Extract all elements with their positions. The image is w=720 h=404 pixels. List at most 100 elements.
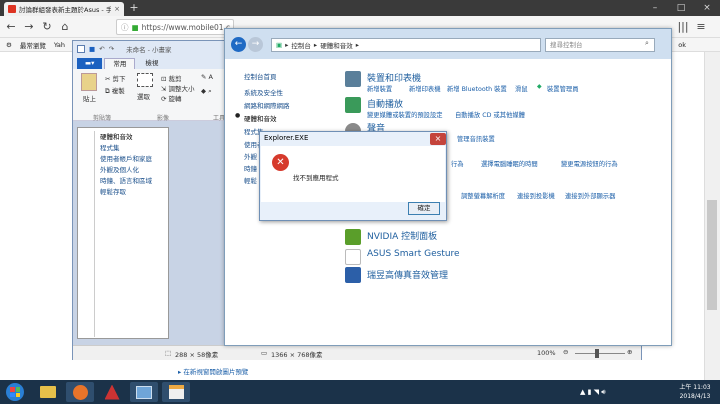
realtek-audio-link[interactable]: 瑞昱高傳真音效管理	[367, 268, 448, 281]
start-button[interactable]	[2, 382, 28, 402]
cp-address-area: ← → ▣ ▸ 控制台 ▸ 硬體和音效 ▸ 搜尋控制台 ⌕	[225, 29, 671, 59]
bookmark-item[interactable]: Yah	[54, 41, 65, 49]
cp-link[interactable]: 裝置管理員	[547, 84, 578, 93]
crop-button[interactable]: ⊡ 裁剪	[161, 73, 182, 83]
url-bar[interactable]: ⓘ ■ https://www.mobile01.c	[116, 19, 234, 35]
taskbar-explorer[interactable]	[34, 382, 62, 402]
zoom-slider[interactable]	[575, 353, 625, 354]
cp-nav-item[interactable]: 輕鬆	[244, 175, 257, 185]
pencil-icon[interactable]: ✎ A	[201, 73, 213, 81]
captured-nav-list: 硬體和音效 程式集 使用者帳戶和家庭 外觀及個人化 時鐘、語言和區域 輕鬆存取	[100, 132, 152, 198]
nvidia-control-panel-link[interactable]: NVIDIA 控制面板	[367, 229, 437, 242]
system-clock[interactable]: 上午 11:03 2018/4/13	[672, 383, 718, 401]
nvidia-icon	[345, 229, 361, 245]
menu-icon[interactable]: ≡	[694, 20, 708, 34]
cp-link[interactable]: 選擇電腦睡眠的時間	[481, 159, 538, 168]
autoplay-heading[interactable]: 自動播放	[367, 97, 403, 110]
cp-nav-item[interactable]: 系統及安全性	[244, 87, 283, 97]
error-icon: ✕	[272, 154, 289, 171]
select-icon[interactable]	[137, 73, 153, 87]
breadcrumb-hardware-sound[interactable]: 硬體和音效	[320, 40, 353, 50]
zoom-out-icon[interactable]: ⊖	[563, 348, 568, 356]
taskbar-firefox[interactable]	[66, 382, 94, 402]
zoom-slider-thumb[interactable]	[595, 349, 599, 358]
ok-button[interactable]: 確定	[408, 202, 440, 215]
cp-nav-home[interactable]: 控制台首頁	[244, 71, 277, 81]
cp-link[interactable]: 行為	[451, 159, 464, 168]
crop-label: 裁剪	[168, 75, 182, 83]
cp-forward-icon[interactable]: →	[248, 37, 263, 52]
clock-time: 上午 11:03	[679, 384, 711, 391]
cp-address-bar[interactable]: ▣ ▸ 控制台 ▸ 硬體和音效 ▸	[271, 38, 541, 52]
paste-icon[interactable]	[81, 73, 97, 91]
undo-icon[interactable]: ↶	[99, 45, 104, 53]
select-button[interactable]: 選取	[137, 91, 150, 101]
eraser-icon[interactable]: ◆ ⌕	[201, 87, 212, 96]
browser-tab-title: 討論群組發表新主題於Asus - 手機	[19, 6, 112, 14]
cp-link[interactable]: 新增 Bluetooth 裝置	[447, 84, 507, 93]
paint-file-tab[interactable]: ▬▾	[77, 58, 103, 69]
captured-nav-item: 硬體和音效	[100, 133, 133, 141]
captured-nav-item: 程式集	[100, 144, 120, 152]
asus-smart-gesture-link[interactable]: ASUS Smart Gesture	[367, 249, 460, 259]
scrollbar-thumb[interactable]	[707, 200, 717, 310]
browser-tab[interactable]: 討論群組發表新主題於Asus - 手機 ×	[4, 2, 124, 16]
redo-icon[interactable]: ↷	[109, 45, 114, 53]
paste-button[interactable]: 貼上	[83, 93, 96, 103]
close-tab-icon[interactable]: ×	[114, 5, 120, 13]
devices-printers-heading[interactable]: 裝置和印表機	[367, 71, 421, 84]
tab-view[interactable]: 檢視	[137, 58, 166, 69]
resize-button[interactable]: ⇲ 調整大小	[161, 83, 195, 93]
autoplay-icon	[345, 97, 361, 113]
rotate-label: 旋轉	[168, 95, 182, 103]
cp-nav-item[interactable]: 時鐘	[244, 163, 257, 173]
browser-tab-strip: 討論群組發表新主題於Asus - 手機 × + – □ ×	[0, 0, 720, 16]
rotate-button[interactable]: ⟳ 旋轉	[161, 93, 182, 103]
paint-canvas[interactable]: 硬體和音效 程式集 使用者帳戶和家庭 外觀及個人化 時鐘、語言和區域 輕鬆存取	[77, 127, 169, 339]
cut-button[interactable]: ✂ 剪下	[105, 73, 126, 83]
reload-icon[interactable]: ↻	[40, 20, 54, 34]
bookmark-item[interactable]: ok	[678, 41, 686, 49]
taskbar-control-panel[interactable]	[130, 382, 158, 402]
tray-icons[interactable]: ▲ ▮ ◥ 🔊︎	[580, 388, 606, 397]
library-icon[interactable]: |||	[676, 20, 690, 34]
save-icon[interactable]: ■	[89, 45, 95, 53]
cp-link[interactable]: 滑鼠	[515, 84, 528, 93]
back-icon[interactable]: ←	[4, 20, 18, 34]
cp-link[interactable]: 連接到外部顯示器	[565, 191, 615, 200]
cp-back-icon[interactable]: ←	[231, 37, 246, 52]
taskbar-app[interactable]	[98, 382, 126, 402]
taskbar-paint[interactable]	[162, 382, 190, 402]
cp-link[interactable]: 連接到投影機	[517, 191, 555, 200]
site-favicon-icon	[8, 5, 16, 13]
selection-icon: ⬚	[165, 349, 172, 357]
zoom-in-icon[interactable]: ⊕	[627, 348, 632, 356]
cp-link[interactable]: 管理音訊裝置	[457, 134, 495, 143]
search-icon: ⌕	[645, 39, 649, 47]
dialog-close-button[interactable]: ×	[430, 133, 446, 145]
cp-nav-item[interactable]: 外觀	[244, 151, 257, 161]
cp-nav-item-current: 硬體和音效	[244, 115, 277, 123]
cp-search-input[interactable]: 搜尋控制台	[545, 38, 655, 52]
paint-title: 未命名 - 小畫家	[126, 46, 172, 54]
resize-label: 調整大小	[168, 85, 195, 93]
cp-link[interactable]: 變更媒體或裝置的預設設定	[367, 110, 443, 119]
cp-link[interactable]: 新增裝置	[367, 84, 392, 93]
cp-link[interactable]: 變更電源按鈕的行為	[561, 159, 618, 168]
breadcrumb-control-panel[interactable]: 控制台	[291, 40, 311, 50]
lock-icon: ■	[131, 22, 139, 32]
cp-link[interactable]: 新增印表機	[409, 84, 440, 93]
copy-button[interactable]: ⧉ 複製	[105, 85, 125, 96]
home-icon[interactable]: ⌂	[58, 20, 72, 34]
tab-home[interactable]: 常用	[104, 58, 136, 69]
maximize-icon[interactable]: □	[668, 0, 694, 16]
minimize-icon[interactable]: –	[642, 0, 668, 16]
cp-nav-item[interactable]: 網路和網際網路	[244, 100, 290, 110]
new-tab-button[interactable]: +	[128, 2, 140, 14]
close-window-icon[interactable]: ×	[694, 0, 720, 16]
cp-link[interactable]: 自動播放 CD 或其他媒體	[455, 110, 525, 119]
bookmark-item[interactable]: 最常瀏覽	[20, 40, 46, 50]
forward-icon[interactable]: →	[22, 20, 36, 34]
preview-link[interactable]: ▸ 在新視窗開啟圖片預覽	[178, 366, 248, 376]
cp-link[interactable]: 調整螢幕解析度	[461, 191, 505, 200]
